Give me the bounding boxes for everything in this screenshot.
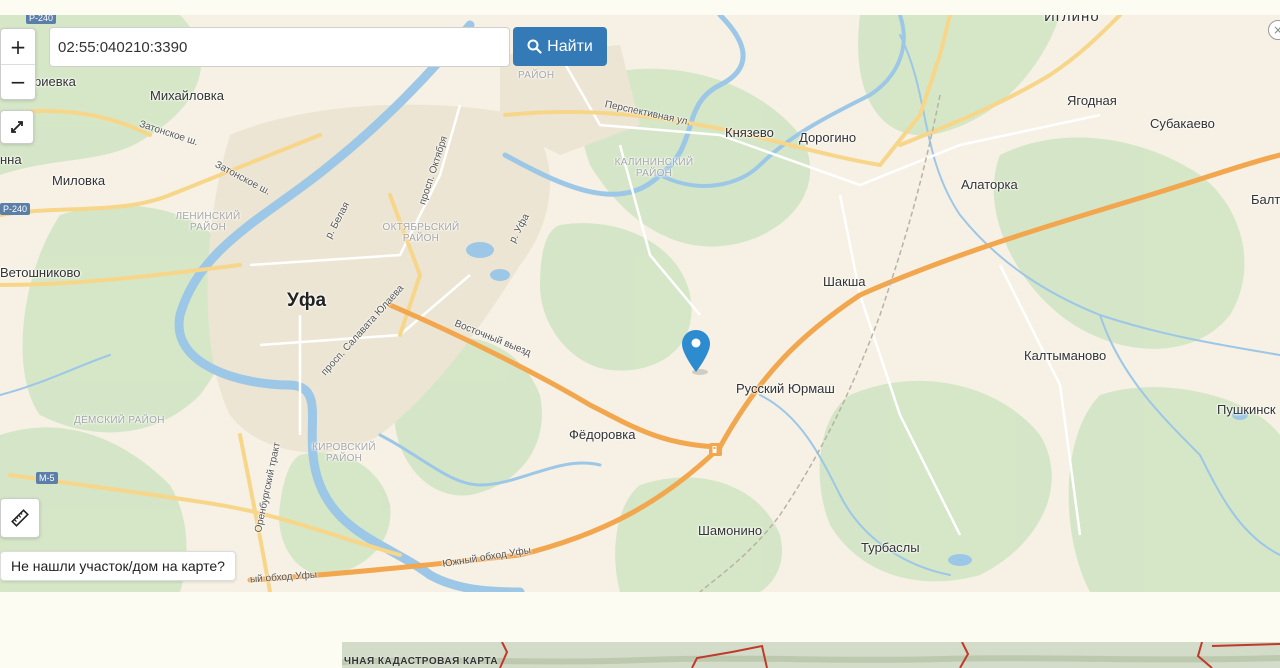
fuel-station-icon[interactable] <box>709 443 722 456</box>
cadastral-map-preview[interactable]: ЧНАЯ КАДАСТРОВАЯ КАРТА <box>342 642 1280 668</box>
place-vetoshnikovo: Ветошниково <box>0 265 81 280</box>
zoom-out-button[interactable]: − <box>1 64 35 99</box>
find-button[interactable]: Найти <box>513 27 607 66</box>
place-dorogino: Дорогино <box>799 130 857 145</box>
place-fedorovka: Фёдоровка <box>569 427 636 442</box>
place-shaksha: Шакша <box>823 274 866 289</box>
find-button-label: Найти <box>547 37 593 55</box>
close-icon: × <box>1272 23 1280 37</box>
place-shamonino: Шамонино <box>698 523 763 538</box>
place-mikhaylovka: Михайловка <box>150 88 225 103</box>
route-shield-r240-top: Р-240 <box>26 15 57 24</box>
place-russkiy-yurmash: Русский Юрмаш <box>736 381 835 396</box>
city-label-ufa: Уфа <box>287 290 327 311</box>
top-strip <box>0 0 1280 15</box>
fullscreen-button[interactable] <box>0 110 34 144</box>
place-alatorka: Алаторка <box>961 177 1018 192</box>
location-pin-icon[interactable] <box>681 328 711 376</box>
place-kaltymanovo: Калтыманово <box>1024 348 1107 363</box>
not-found-plot-button[interactable]: Не нашли участок/дом на карте? <box>0 551 236 581</box>
zoom-in-button[interactable]: + <box>1 29 35 64</box>
place-pushkinsk: Пушкинск <box>1217 402 1276 417</box>
cadastral-search-input[interactable] <box>49 27 510 67</box>
district-oktyabrsky: Октябрьский район <box>382 222 460 244</box>
place-iglino: Иглино <box>1044 15 1100 25</box>
place-rievka: риевка <box>34 74 76 89</box>
district-demsky: Дёмский район <box>74 415 165 426</box>
district-kirovsky: Кировский район <box>312 442 376 464</box>
cadastral-map-title: ЧНАЯ КАДАСТРОВАЯ КАРТА <box>344 656 499 667</box>
place-nna: нна <box>0 152 22 167</box>
place-balt: Балт <box>1251 192 1280 207</box>
district-leninsky: Ленинский район <box>175 211 241 233</box>
district-kalininsky: Калининский район <box>614 157 694 179</box>
place-yagodnaya: Ягодная <box>1067 93 1117 108</box>
place-subakaevo: Субакаево <box>1150 116 1215 131</box>
zoom-control: + − <box>0 28 36 100</box>
place-knyazevo: Князево <box>725 125 774 140</box>
search-icon <box>527 39 542 54</box>
route-shield-r240-left: Р-240 <box>0 203 31 215</box>
route-shield-m5: М-5 <box>36 472 58 484</box>
district-top: район <box>518 70 555 81</box>
ruler-icon <box>11 509 29 527</box>
ruler-button[interactable] <box>0 498 40 538</box>
expand-icon <box>11 121 23 133</box>
place-turbasly: Турбаслы <box>861 540 920 555</box>
place-milovka: Миловка <box>52 173 106 188</box>
map-view[interactable]: Уфа Иглино Михайловка Миловка Ветошников… <box>0 15 1280 592</box>
